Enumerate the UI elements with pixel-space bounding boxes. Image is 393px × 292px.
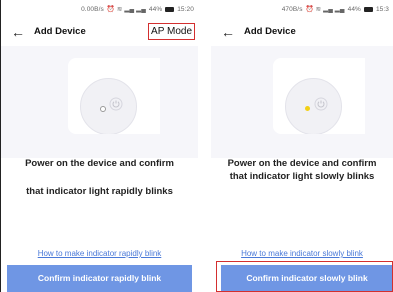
ap-mode-link[interactable]: AP Mode	[148, 23, 195, 40]
app-header: ← Add Device AP Mode	[1, 22, 198, 44]
power-icon	[314, 97, 328, 111]
instruction-text: Power on the device and confirm that ind…	[9, 150, 190, 206]
network-speed: 0.00B/s	[81, 5, 104, 13]
app-header: ← Add Device	[211, 22, 393, 44]
battery-icon	[363, 6, 373, 12]
left-screen: 0.00B/s ⏰ ≋ ▂▄ ▂▄ 44% 15:20 ← Add Device…	[0, 0, 198, 292]
device-illustration	[211, 46, 393, 158]
network-speed: 470B/s	[281, 5, 303, 13]
device-panel	[285, 78, 342, 134]
clock: 15:20	[177, 5, 194, 13]
device-illustration	[1, 46, 198, 158]
arrow-left-icon[interactable]: ←	[221, 23, 235, 41]
device-image	[68, 58, 160, 134]
help-link[interactable]: How to make indicator slowly blink	[211, 249, 393, 258]
instruction-line: that indicator light rapidly blinks	[26, 186, 173, 197]
battery-percent: 44%	[148, 5, 163, 13]
clock: 15:3	[375, 5, 389, 13]
indicator-light-icon	[100, 106, 106, 112]
battery-percent: 44%	[347, 5, 361, 13]
status-icons: ⏰ ≋ ▂▄ ▂▄	[106, 6, 146, 13]
instruction-line: that indicator light slowly blinks	[229, 171, 375, 182]
confirm-button[interactable]: Confirm indicator slowly blink	[221, 265, 393, 292]
help-link[interactable]: How to make indicator rapidly blink	[1, 249, 198, 258]
device-panel	[80, 78, 137, 134]
page-title: Add Device	[244, 26, 296, 37]
power-icon	[109, 97, 123, 111]
arrow-left-icon[interactable]: ←	[11, 23, 25, 41]
status-bar: 470B/s ⏰ ≋ ▂▄ ▂▄ 44% 15:3	[211, 0, 393, 18]
instruction-line: Power on the device and confirm	[25, 158, 174, 169]
status-bar: 0.00B/s ⏰ ≋ ▂▄ ▂▄ 44% 15:20	[1, 0, 198, 18]
right-screen: 470B/s ⏰ ≋ ▂▄ ▂▄ 44% 15:3 ← Add Device P…	[211, 0, 393, 292]
battery-icon	[165, 6, 175, 12]
device-image	[273, 58, 365, 134]
confirm-button[interactable]: Confirm indicator rapidly blink	[7, 265, 192, 292]
indicator-light-icon	[305, 106, 310, 111]
status-icons: ⏰ ≋ ▂▄ ▂▄	[305, 6, 345, 13]
instruction-text: Power on the device and confirm that ind…	[219, 157, 385, 183]
instruction-line: Power on the device and confirm	[227, 158, 377, 169]
page-title: Add Device	[34, 26, 86, 37]
